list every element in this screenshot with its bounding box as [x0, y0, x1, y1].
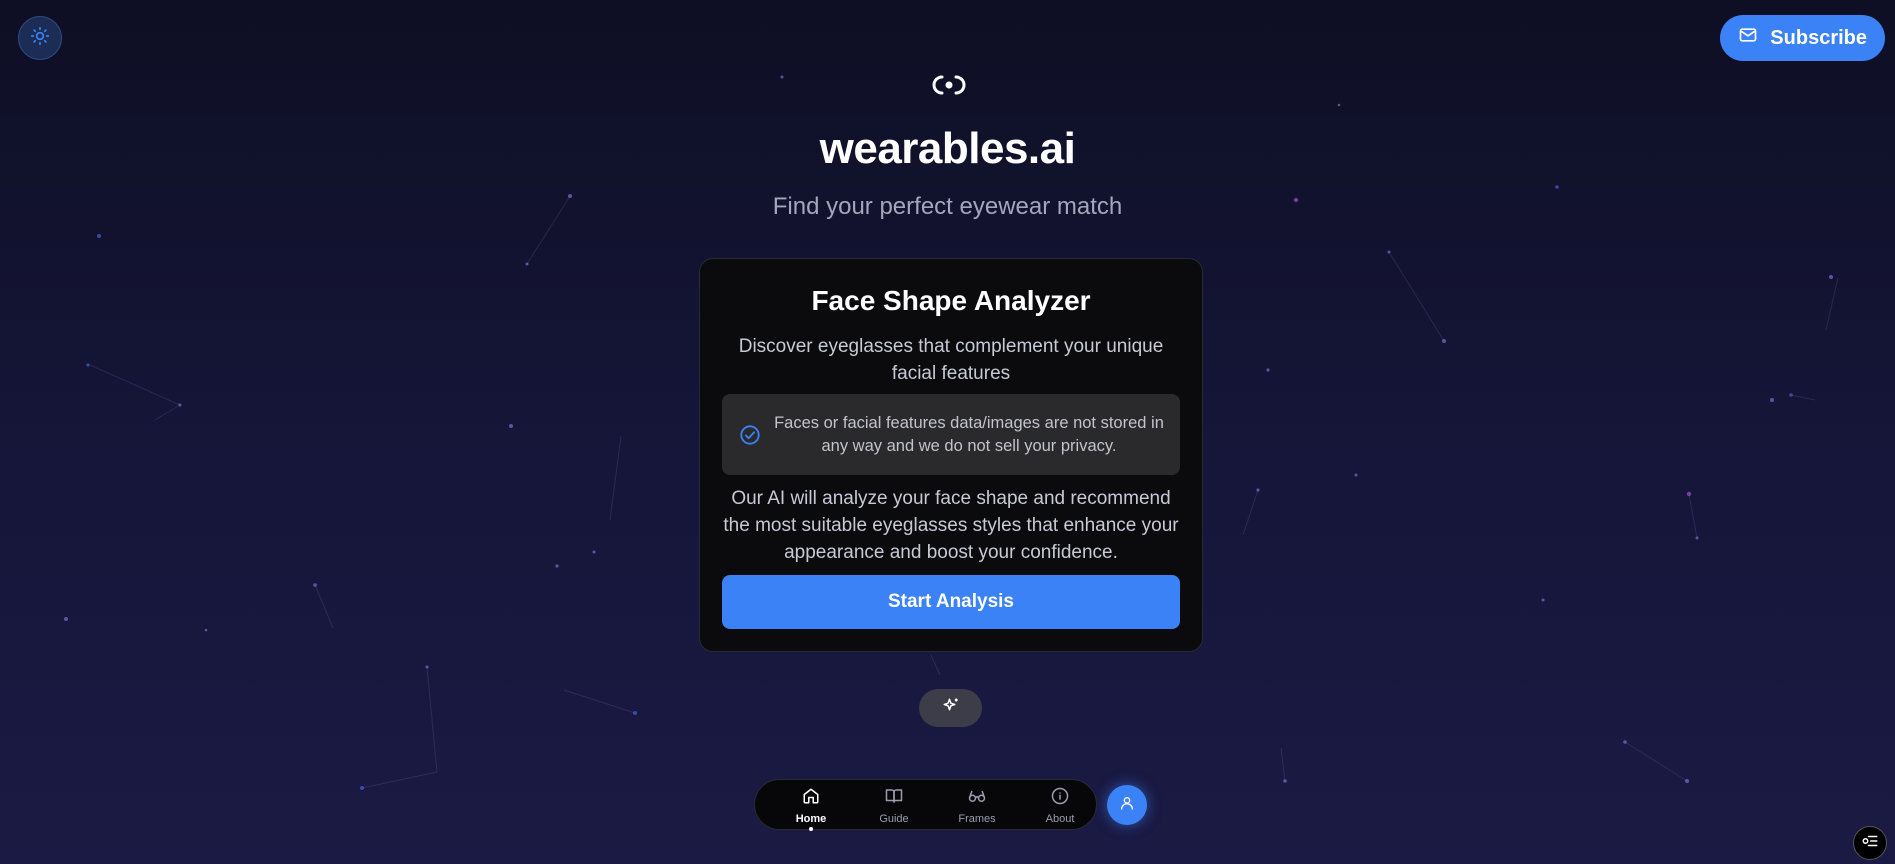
- user-icon: [1119, 795, 1135, 816]
- subscribe-label: Subscribe: [1770, 26, 1867, 49]
- brand-name: wearables.ai: [819, 124, 1076, 173]
- privacy-notice-text: Faces or facial features data/images are…: [774, 414, 1164, 455]
- active-indicator: [809, 827, 813, 831]
- nav-item-frames[interactable]: Frames: [947, 787, 1007, 825]
- face-shape-analyzer-card: Face Shape Analyzer Discover eyeglasses …: [699, 258, 1203, 652]
- sparkle-button[interactable]: [919, 689, 982, 727]
- sun-icon: [30, 26, 50, 51]
- nav-item-guide[interactable]: Guide: [864, 787, 924, 825]
- tagline: Find your perfect eyewear match: [772, 193, 1123, 220]
- nav-item-about[interactable]: About: [1030, 787, 1090, 825]
- subscribe-button[interactable]: Subscribe: [1720, 15, 1885, 61]
- bottom-nav: Home Guide Frames About: [754, 779, 1097, 831]
- sparkle-icon: [942, 697, 960, 720]
- ai-description: Our AI will analyze your face shape and …: [723, 488, 1179, 563]
- info-icon: [1051, 787, 1069, 809]
- eyewear-logo-icon: [928, 72, 970, 103]
- theme-toggle-button[interactable]: [18, 16, 62, 60]
- nav-label-about: About: [1045, 813, 1075, 825]
- glasses-icon: [968, 790, 986, 809]
- card-description: Discover eyeglasses that complement your…: [738, 336, 1164, 384]
- privacy-notice: Faces or facial features data/images are…: [722, 394, 1180, 475]
- menu-settings-icon: [1861, 832, 1879, 855]
- nav-item-home[interactable]: Home: [781, 787, 841, 831]
- corner-menu-button[interactable]: [1853, 826, 1887, 860]
- book-icon: [885, 789, 903, 809]
- mail-icon: [1738, 25, 1758, 51]
- home-icon: [802, 788, 820, 809]
- nav-label-frames: Frames: [958, 813, 996, 825]
- profile-button[interactable]: [1107, 785, 1147, 825]
- nav-label-home: Home: [795, 813, 827, 825]
- check-circle-icon: [739, 424, 761, 451]
- start-analysis-button[interactable]: Start Analysis: [722, 575, 1180, 629]
- card-title: Face Shape Analyzer: [811, 285, 1091, 316]
- nav-label-guide: Guide: [879, 813, 909, 825]
